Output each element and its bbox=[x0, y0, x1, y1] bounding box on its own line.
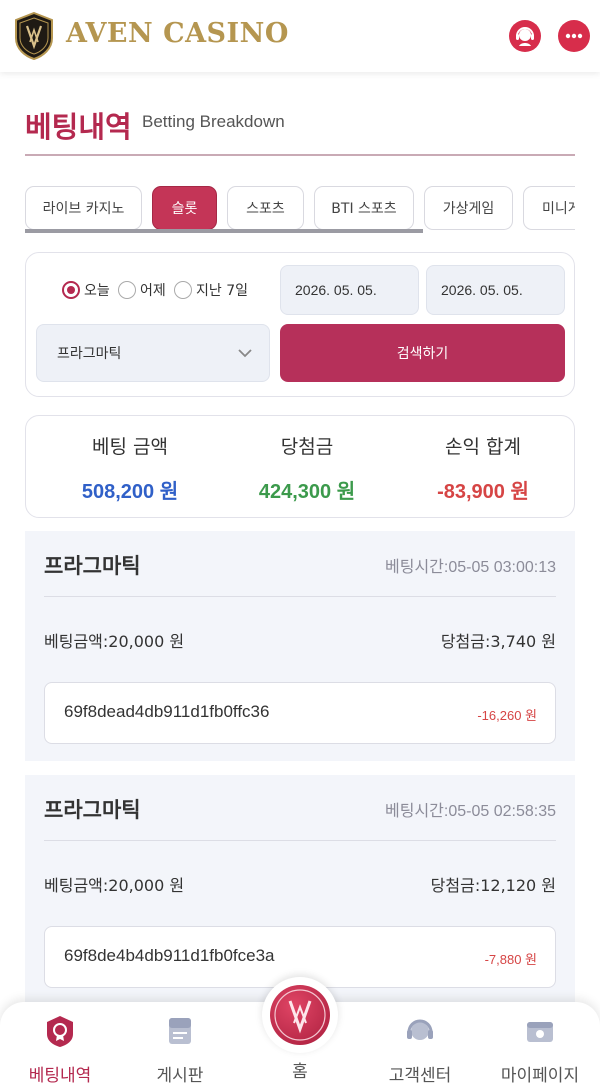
tab-slot[interactable]: 슬롯 bbox=[152, 186, 217, 230]
tabs-scrollbar[interactable] bbox=[25, 229, 423, 233]
summary-win-value: 424,300 원 bbox=[258, 481, 356, 503]
search-button[interactable]: 검색하기 bbox=[280, 324, 565, 382]
nav-customer-center[interactable]: 고객센터 bbox=[360, 1014, 480, 1086]
date-to-field[interactable]: 2026. 05. 05. bbox=[426, 265, 565, 315]
nav-home[interactable] bbox=[262, 977, 338, 1053]
summary-bet-label: 베팅 금액 bbox=[92, 436, 168, 458]
nav-board[interactable]: 게시판 bbox=[120, 1014, 240, 1086]
bet-id: 69f8de4b4db911d1fb0fce3a bbox=[64, 946, 275, 965]
betting-history-icon bbox=[47, 1016, 73, 1047]
summary-pl: 손익 합계 -83,900 원 bbox=[398, 432, 568, 504]
mypage-icon bbox=[527, 1022, 553, 1042]
summary-win: 당첨금 424,300 원 bbox=[222, 432, 392, 504]
radio-last-7-days-label: 지난 7일 bbox=[196, 283, 248, 299]
nav-betting-history[interactable]: 베팅내역 bbox=[0, 1014, 120, 1086]
summary-bet: 베팅 금액 508,200 원 bbox=[45, 432, 215, 504]
summary-win-label: 당첨금 bbox=[280, 436, 334, 458]
nav-label: 고객센터 bbox=[388, 1066, 452, 1086]
bet-amount: 베팅금액:20,000 원 bbox=[44, 876, 185, 895]
provider-select-value: 프라그마틱 bbox=[57, 346, 122, 362]
tab-virtual-game[interactable]: 가상게임 bbox=[424, 186, 513, 230]
bet-amount: 베팅금액:20,000 원 bbox=[44, 632, 185, 651]
app-header: AVEN CASINO bbox=[0, 0, 600, 72]
category-tabs: 라이브 카지노 슬롯 스포츠 BTI 스포츠 가상게임 미니게임 bbox=[25, 186, 575, 234]
nav-label: 게시판 bbox=[156, 1066, 204, 1086]
tab-mini-game[interactable]: 미니게임 bbox=[523, 186, 575, 230]
tab-live-casino[interactable]: 라이브 카지노 bbox=[25, 186, 142, 230]
title-divider bbox=[25, 154, 575, 156]
radio-dot bbox=[174, 281, 192, 299]
bet-profit-loss: -16,260 원 bbox=[477, 708, 537, 723]
headset-icon bbox=[407, 1019, 433, 1040]
radio-today-label: 오늘 bbox=[84, 283, 110, 299]
bet-card[interactable]: 프라그마틱 베팅시간:05-05 03:00:13 베팅금액:20,000 원 … bbox=[25, 531, 575, 761]
bet-provider: 프라그마틱 bbox=[44, 798, 141, 822]
tab-bti-sports[interactable]: BTI 스포츠 bbox=[314, 186, 414, 230]
radio-yesterday[interactable]: 어제 bbox=[118, 280, 166, 300]
tab-sports[interactable]: 스포츠 bbox=[227, 186, 304, 230]
nav-my-page[interactable]: 마이페이지 bbox=[480, 1014, 600, 1086]
bet-divider bbox=[44, 840, 556, 841]
home-logo-icon bbox=[270, 985, 330, 1045]
nav-label: 베팅내역 bbox=[28, 1066, 92, 1086]
chat-bubble-icon[interactable] bbox=[558, 20, 590, 52]
radio-dot bbox=[118, 281, 136, 299]
summary-pl-value: -83,900 원 bbox=[437, 481, 529, 503]
page-subtitle: Betting Breakdown bbox=[142, 112, 285, 131]
page-title: 베팅내역 bbox=[25, 110, 132, 144]
bet-provider: 프라그마틱 bbox=[44, 554, 141, 578]
bet-time: 베팅시간:05-05 03:00:13 bbox=[385, 559, 556, 576]
bet-id: 69f8dead4db911d1fb0ffc36 bbox=[64, 702, 270, 721]
nav-home-label: 홈 bbox=[292, 1062, 308, 1082]
bet-divider bbox=[44, 596, 556, 597]
bet-profit-loss: -7,880 원 bbox=[484, 952, 537, 967]
radio-last-7-days[interactable]: 지난 7일 bbox=[174, 280, 248, 300]
support-agent-icon[interactable] bbox=[509, 20, 541, 52]
radio-today[interactable]: 오늘 bbox=[62, 280, 110, 300]
summary-pl-label: 손익 합계 bbox=[445, 436, 521, 458]
bet-time: 베팅시간:05-05 02:58:35 bbox=[385, 803, 556, 820]
radio-dot-selected bbox=[62, 281, 80, 299]
bet-win: 당첨금:3,740 원 bbox=[440, 632, 556, 651]
aven-shield-logo[interactable] bbox=[14, 12, 54, 60]
board-icon bbox=[169, 1018, 191, 1044]
radio-yesterday-label: 어제 bbox=[140, 283, 166, 299]
provider-select[interactable]: 프라그마틱 bbox=[36, 324, 270, 382]
summary-bet-value: 508,200 원 bbox=[81, 481, 179, 503]
brand-name: AVEN CASINO bbox=[66, 18, 289, 49]
bet-win: 당첨금:12,120 원 bbox=[430, 876, 556, 895]
bet-id-box: 69f8dead4db911d1fb0ffc36 -16,260 원 bbox=[44, 682, 556, 744]
nav-label: 마이페이지 bbox=[500, 1066, 580, 1086]
chevron-down-icon bbox=[238, 349, 252, 358]
date-from-field[interactable]: 2026. 05. 05. bbox=[280, 265, 419, 315]
